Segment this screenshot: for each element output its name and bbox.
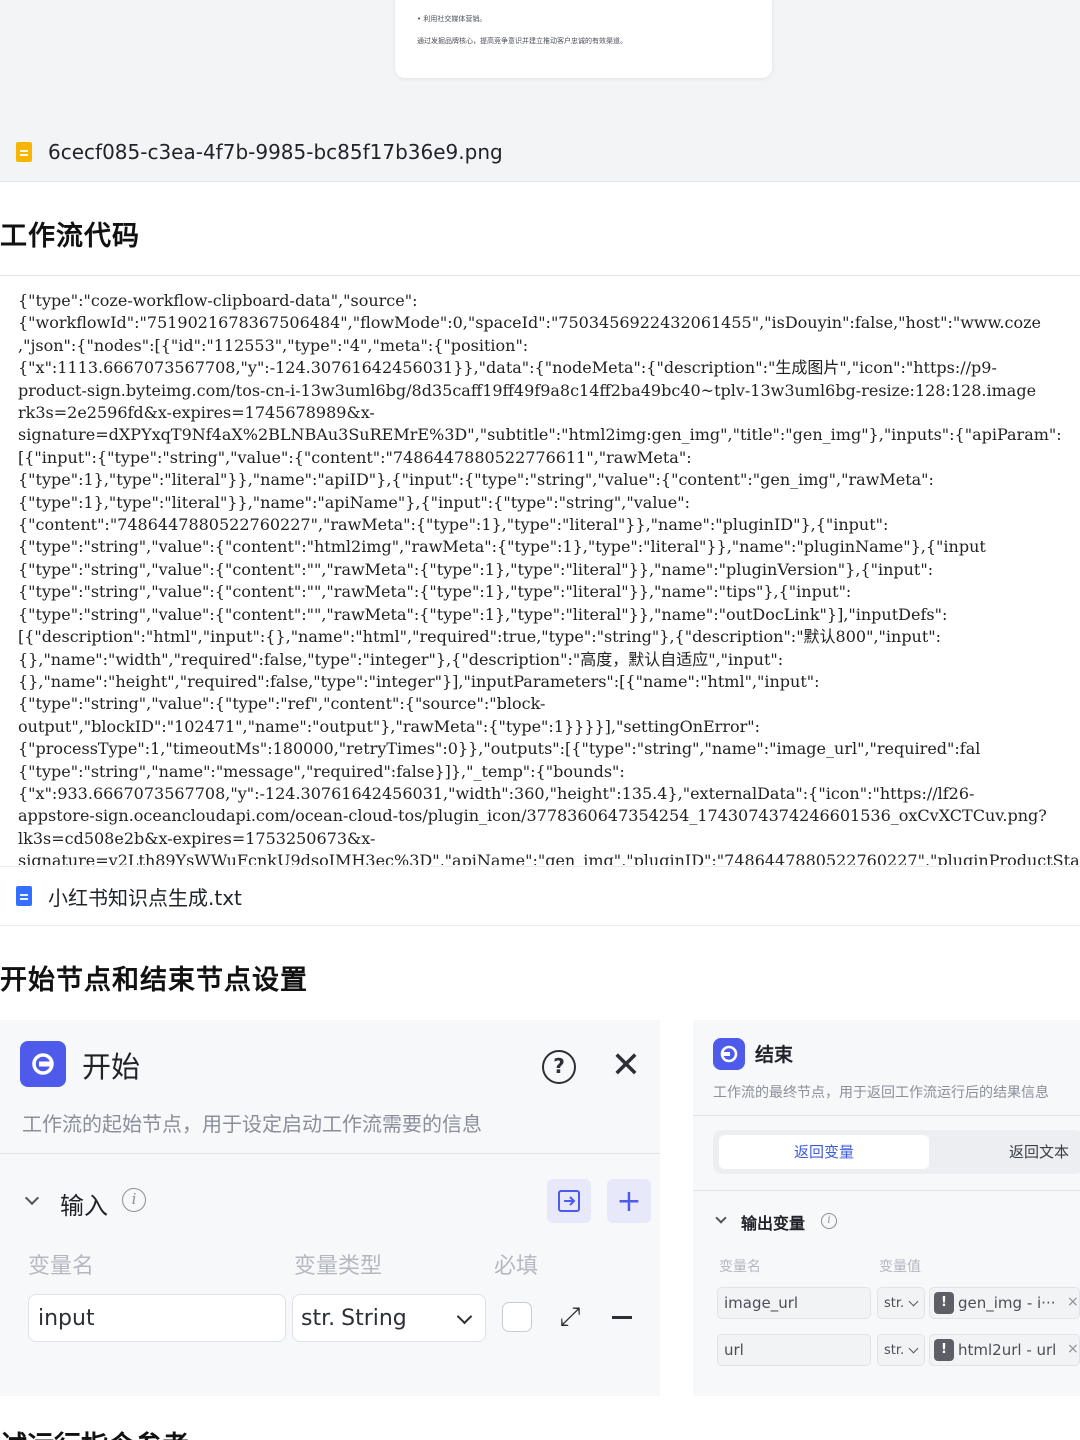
code-line: {"type":"string","value":{"content":"","… bbox=[18, 559, 934, 579]
help-icon[interactable]: ? bbox=[542, 1050, 576, 1084]
image-preview-area: • 利用社交媒体营销。 通过发掘品牌核心，提高竞争意识并建立推动客户忠诚的有效渠… bbox=[0, 0, 1080, 182]
txt-file-row[interactable]: 小红书知识点生成.txt bbox=[0, 866, 1080, 926]
info-icon[interactable]: i bbox=[122, 1188, 146, 1212]
start-node-description: 工作流的起始节点，用于设定启动工作流需要的信息 bbox=[22, 1112, 482, 1136]
code-line: output","blockID":"102471","name":"outpu… bbox=[18, 716, 760, 736]
output-type-select[interactable]: str. bbox=[877, 1334, 925, 1366]
end-node-description: 工作流的最终节点，用于返回工作流运行后的结果信息 bbox=[713, 1085, 1049, 1101]
section-heading-test-run: 试运行指令参考 bbox=[0, 1424, 189, 1440]
tab-return-variable[interactable]: 返回变量 bbox=[719, 1135, 929, 1169]
expand-icon[interactable]: ⤢ bbox=[556, 1303, 584, 1331]
code-line: {"type":"string","value":{"content":"htm… bbox=[18, 537, 986, 557]
output-reference-value: html2url - url bbox=[958, 1341, 1057, 1359]
code-line: product-sign.byteimg.com/tos-cn-i-13w3um… bbox=[18, 380, 1037, 400]
code-line: signature=dXPYxqT9Nf4aX%2BLNBAu3SuREMrE%… bbox=[18, 425, 1062, 445]
plugin-badge-icon: ! bbox=[934, 1292, 954, 1314]
code-line: {},"name":"width","required":false,"type… bbox=[18, 649, 784, 669]
column-header-required: 必填 bbox=[494, 1254, 539, 1279]
code-line: {"x":933.6667073567708,"y":-124.30761642… bbox=[18, 783, 975, 803]
close-icon[interactable]: × bbox=[1067, 1294, 1079, 1310]
divider bbox=[693, 1190, 1080, 1191]
close-icon[interactable]: ✕ bbox=[610, 1046, 642, 1086]
end-node-panel: 结束 工作流的最终节点，用于返回工作流运行后的结果信息 返回变量 返回文本 输出… bbox=[693, 1020, 1080, 1396]
chevron-down-icon[interactable] bbox=[715, 1212, 727, 1224]
code-line: rk3s=2e2596fd&x-expires=1745678989&x- bbox=[18, 403, 375, 423]
code-block[interactable]: {"type":"coze-workflow-clipboard-data","… bbox=[0, 275, 1080, 865]
chevron-down-icon bbox=[908, 1343, 919, 1354]
code-line: {"type":"string","value":{"content":"","… bbox=[18, 604, 948, 624]
output-section-title: 输出变量 bbox=[741, 1214, 806, 1233]
code-line: {"type":1},"type":"literal"}},"name":"ap… bbox=[18, 470, 934, 490]
section-heading-workflow-code: 工作流代码 bbox=[0, 221, 140, 252]
plugin-badge-icon: ! bbox=[934, 1339, 954, 1361]
output-type-select[interactable]: str. bbox=[877, 1287, 925, 1319]
type-value: String bbox=[341, 1305, 407, 1331]
code-line: {"type":"coze-workflow-clipboard-data","… bbox=[18, 291, 418, 310]
output-reference-field[interactable]: ! html2url - url bbox=[929, 1334, 1080, 1366]
import-icon bbox=[558, 1190, 580, 1212]
required-checkbox[interactable] bbox=[502, 1302, 532, 1332]
column-header-name: 变量名 bbox=[719, 1259, 761, 1275]
image-file-name[interactable]: 6cecf085-c3ea-4f7b-9985-bc85f17b36e9.png bbox=[48, 140, 503, 164]
code-line: {"type":"string","value":{"content":"","… bbox=[18, 582, 852, 602]
code-line: {},"name":"height","required":false,"typ… bbox=[18, 671, 820, 691]
code-line: {"workflowId":"7519021678367506484","flo… bbox=[18, 313, 1041, 333]
image-file-row[interactable]: 6cecf085-c3ea-4f7b-9985-bc85f17b36e9.png bbox=[0, 122, 1080, 182]
divider bbox=[693, 1115, 1080, 1116]
add-variable-button[interactable]: + bbox=[607, 1179, 651, 1223]
variable-name-input[interactable]: input bbox=[28, 1294, 286, 1342]
remove-variable-button[interactable] bbox=[612, 1316, 632, 1319]
column-header-value: 变量值 bbox=[879, 1259, 921, 1275]
image-file-icon bbox=[16, 142, 32, 162]
txt-file-name[interactable]: 小红书知识点生成.txt bbox=[48, 882, 242, 911]
chevron-down-icon bbox=[456, 1308, 473, 1325]
code-line: appstore-sign.oceancloudapi.com/ocean-cl… bbox=[18, 806, 1047, 826]
code-line: [{"input":{"type":"string","value":{"con… bbox=[18, 447, 692, 467]
code-line: {"type":"string","value":{"type":"ref","… bbox=[18, 694, 546, 714]
output-name-field[interactable]: image_url bbox=[717, 1287, 871, 1319]
start-node-title: 开始 bbox=[82, 1050, 141, 1084]
close-icon[interactable]: × bbox=[1067, 1341, 1079, 1357]
code-line: lk3s=cd508e2b&x-expires=1753250673&x- bbox=[18, 828, 376, 848]
image-thumbnail[interactable]: • 利用社交媒体营销。 通过发掘品牌核心，提高竞争意识并建立推动客户忠诚的有效渠… bbox=[395, 0, 772, 78]
code-line: {"type":"string","name":"message","requi… bbox=[18, 761, 625, 781]
type-prefix: str. bbox=[301, 1305, 336, 1331]
code-line: {"processType":1,"timeoutMs":180000,"ret… bbox=[18, 739, 981, 759]
variable-name-value: input bbox=[38, 1305, 95, 1331]
output-reference-field[interactable]: ! gen_img - i··· bbox=[929, 1287, 1080, 1319]
code-line: {"x":1113.6667073567708,"y":-124.3076164… bbox=[18, 358, 997, 378]
thumbnail-text-line: • 利用社交媒体营销。 bbox=[417, 15, 487, 23]
import-button[interactable] bbox=[547, 1179, 591, 1223]
code-text: {"type":"coze-workflow-clipboard-data","… bbox=[18, 290, 1080, 865]
start-node-header: 开始 ? ✕ 工作流的起始节点，用于设定启动工作流需要的信息 bbox=[0, 1020, 660, 1154]
return-mode-tabs: 返回变量 返回文本 bbox=[713, 1130, 1080, 1174]
info-icon[interactable]: i bbox=[821, 1213, 837, 1229]
section-heading-nodes: 开始节点和结束节点设置 bbox=[0, 965, 308, 996]
variable-type-select[interactable]: str. String bbox=[292, 1294, 486, 1342]
start-node-icon bbox=[20, 1041, 66, 1087]
input-section-title: 输入 bbox=[60, 1192, 108, 1220]
output-type-value: str. bbox=[884, 1295, 905, 1311]
output-name-value: image_url bbox=[724, 1294, 799, 1312]
end-node-icon bbox=[713, 1038, 745, 1070]
column-header-name: 变量名 bbox=[28, 1254, 95, 1279]
output-reference-value: gen_img - i··· bbox=[958, 1294, 1056, 1312]
output-name-value: url bbox=[724, 1341, 744, 1359]
output-type-value: str. bbox=[884, 1342, 905, 1358]
thumbnail-text-line: 通过发掘品牌核心，提高竞争意识并建立推动客户忠诚的有效渠道。 bbox=[417, 37, 627, 45]
code-line: ,"json":{"nodes":[{"id":"112553","type":… bbox=[18, 335, 529, 355]
text-file-icon bbox=[16, 886, 32, 906]
chevron-down-icon bbox=[908, 1296, 919, 1307]
code-line: [{"description":"html","input":{},"name"… bbox=[18, 627, 942, 647]
code-line: signature=v2Lth89YsWWuFcnkU9dsoIMH3ec%3D… bbox=[18, 851, 1080, 865]
tab-return-text[interactable]: 返回文本 bbox=[1009, 1135, 1069, 1169]
code-line: {"content":"7486447880522760227","rawMet… bbox=[18, 515, 889, 535]
output-name-field[interactable]: url bbox=[717, 1334, 871, 1366]
end-node-title: 结束 bbox=[755, 1044, 794, 1066]
column-header-type: 变量类型 bbox=[294, 1254, 383, 1279]
code-line: {"type":1},"type":"literal"}},"name":"ap… bbox=[18, 492, 690, 512]
